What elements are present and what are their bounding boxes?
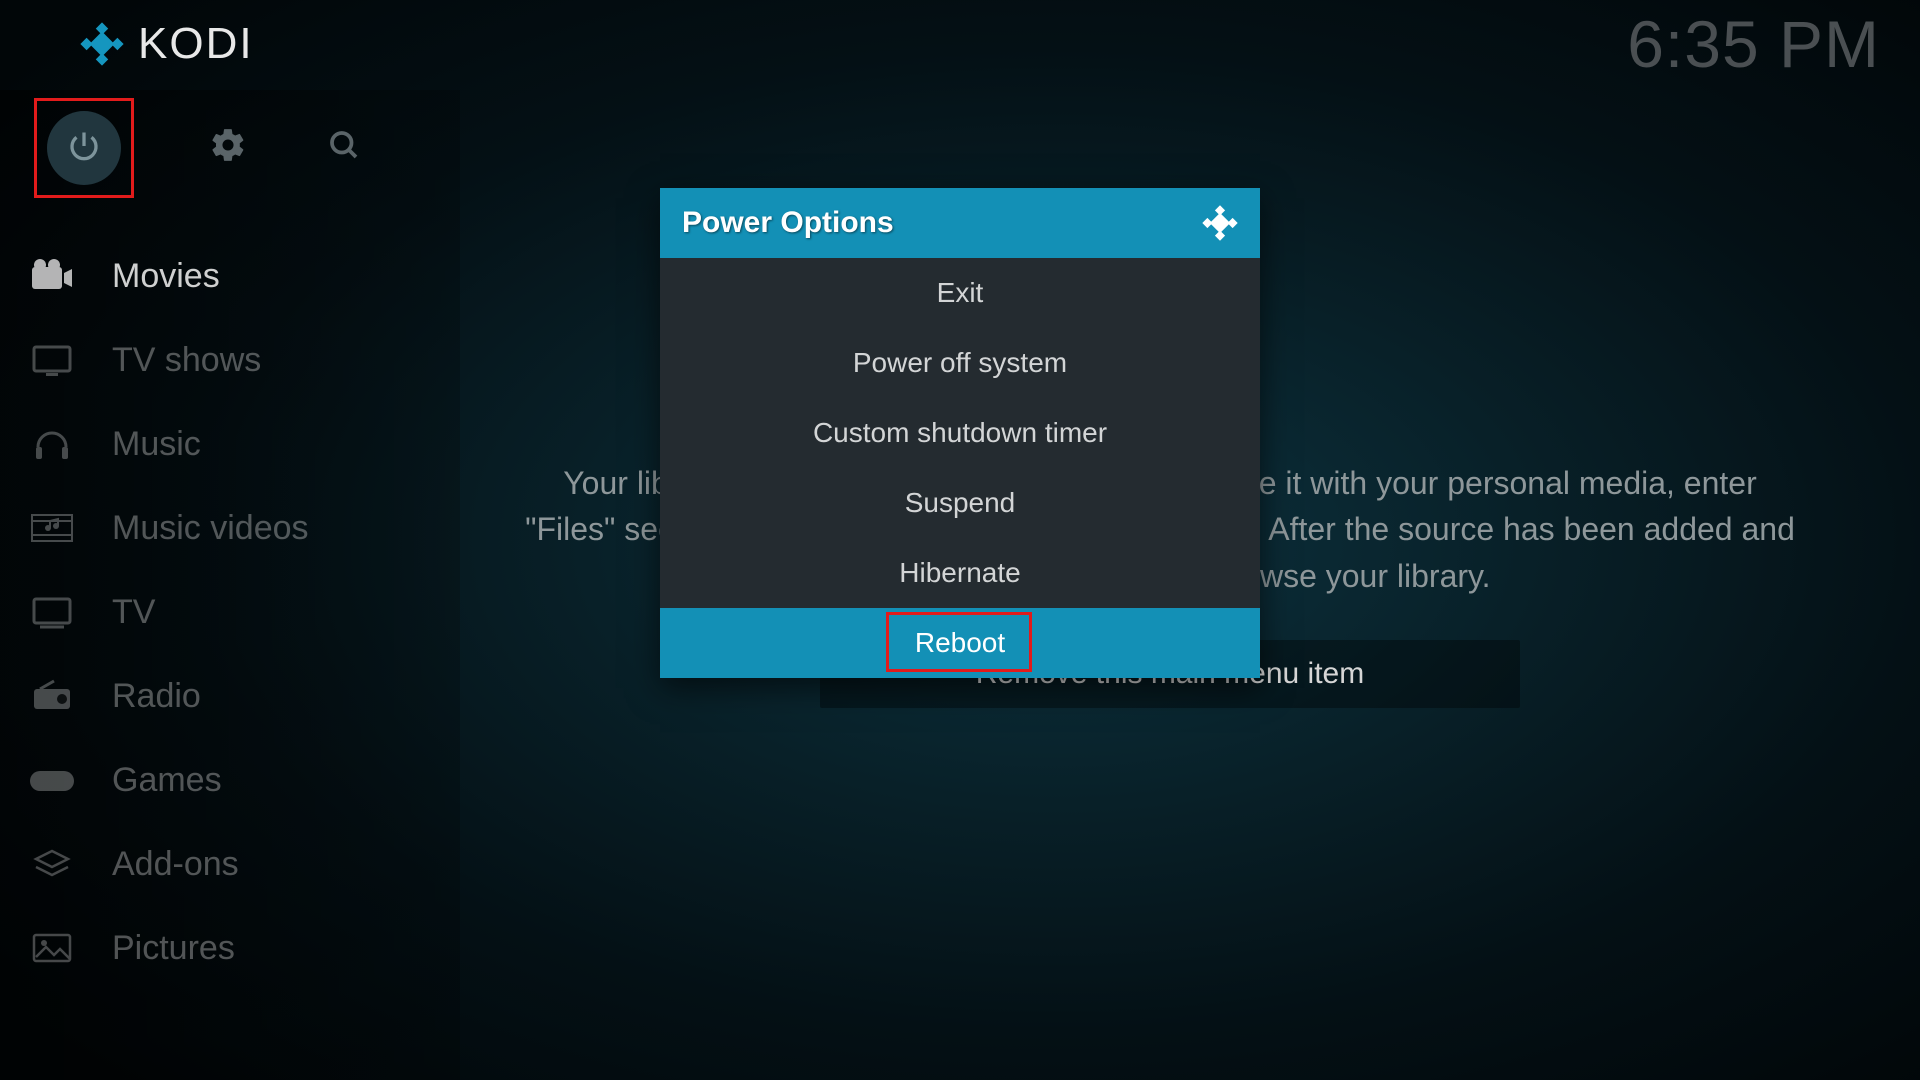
sidebar-item-music[interactable]: Music — [0, 402, 460, 486]
sidebar-item-label: Games — [112, 761, 222, 800]
sidebar-item-label: Add-ons — [112, 845, 239, 884]
tvshows-icon — [26, 340, 78, 380]
sidebar-item-tv[interactable]: TV — [0, 570, 460, 654]
tv-icon — [26, 592, 78, 632]
sidebar-item-label: Radio — [112, 677, 201, 716]
sidebar-item-label: Music — [112, 425, 201, 464]
settings-button[interactable] — [206, 123, 250, 167]
sidebar-toolbar — [0, 100, 460, 190]
option-label: Suspend — [905, 487, 1016, 519]
app-logo: KODI — [80, 19, 254, 69]
sidebar-item-label: TV — [112, 593, 155, 632]
movies-icon — [26, 256, 78, 296]
sidebar-item-games[interactable]: Games — [0, 738, 460, 822]
clock: 6:35 PM — [1627, 6, 1880, 82]
option-label: Exit — [937, 277, 984, 309]
power-option-suspend[interactable]: Suspend — [660, 468, 1260, 538]
music-icon — [26, 424, 78, 464]
pictures-icon — [26, 928, 78, 968]
addons-icon — [26, 844, 78, 884]
power-button[interactable] — [47, 111, 121, 185]
power-options-dialog: Power Options Exit Power off system Cust… — [660, 188, 1260, 678]
sidebar-item-pictures[interactable]: Pictures — [0, 906, 460, 990]
radio-icon — [26, 676, 78, 716]
option-label: Reboot — [915, 627, 1005, 659]
dialog-title: Power Options — [682, 206, 894, 240]
kodi-logo-icon — [80, 22, 124, 66]
sidebar: Movies TV shows Music Music videos TV — [0, 90, 460, 1080]
power-option-reboot[interactable]: Reboot — [660, 608, 1260, 678]
option-label: Custom shutdown timer — [813, 417, 1107, 449]
musicvideos-icon — [26, 508, 78, 548]
sidebar-item-musicvideos[interactable]: Music videos — [0, 486, 460, 570]
search-icon — [326, 127, 362, 163]
power-option-hibernate[interactable]: Hibernate — [660, 538, 1260, 608]
kodi-logo-icon — [1202, 205, 1238, 241]
main-menu: Movies TV shows Music Music videos TV — [0, 234, 460, 990]
search-button[interactable] — [322, 123, 366, 167]
dialog-body: Exit Power off system Custom shutdown ti… — [660, 258, 1260, 678]
sidebar-item-label: Movies — [112, 257, 220, 296]
sidebar-item-movies[interactable]: Movies — [0, 234, 460, 318]
sidebar-item-radio[interactable]: Radio — [0, 654, 460, 738]
games-icon — [26, 760, 78, 800]
dialog-header: Power Options — [660, 188, 1260, 258]
sidebar-item-addons[interactable]: Add-ons — [0, 822, 460, 906]
sidebar-item-tvshows[interactable]: TV shows — [0, 318, 460, 402]
gear-icon — [209, 126, 247, 164]
sidebar-item-label: Pictures — [112, 929, 235, 968]
sidebar-item-label: Music videos — [112, 509, 309, 548]
app-name: KODI — [138, 19, 254, 69]
power-icon — [66, 128, 102, 169]
power-button-highlight — [34, 98, 134, 198]
header: KODI 6:35 PM — [0, 0, 1920, 88]
option-label: Power off system — [853, 347, 1067, 379]
power-option-shutdown-timer[interactable]: Custom shutdown timer — [660, 398, 1260, 468]
sidebar-item-label: TV shows — [112, 341, 261, 380]
power-option-exit[interactable]: Exit — [660, 258, 1260, 328]
power-option-poweroff[interactable]: Power off system — [660, 328, 1260, 398]
option-label: Hibernate — [899, 557, 1020, 589]
